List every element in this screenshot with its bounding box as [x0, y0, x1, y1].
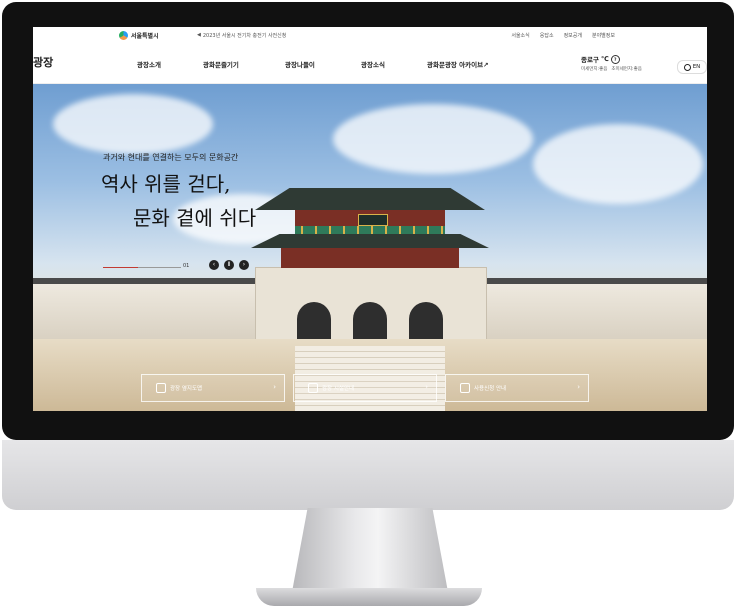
util-link-disclosure[interactable]: 정보공개 [564, 32, 582, 39]
chevron-right-icon: › [273, 383, 276, 391]
weather-icon: ? [610, 54, 620, 64]
weather-widget[interactable]: 종로구 ℃ ? 미세먼지:좋음 초미세먼지:좋음 [581, 54, 642, 72]
nav-item-archive[interactable]: 광화문광장 아카이브 ↗ [427, 59, 489, 69]
site-logo[interactable]: 광장 [33, 54, 53, 70]
pause-button[interactable]: Ⅱ [224, 260, 234, 270]
main-nav: 광장소개 광화문즐기기 광장나들이 광장소식 광화문광장 아카이브 ↗ [137, 59, 489, 69]
ultra-fine-dust: 초미세먼지:좋음 [611, 67, 642, 72]
quick-link-application-label: 사용신청 안내 [474, 386, 507, 392]
language-label: EN [692, 64, 701, 70]
quick-link-facilities-label: 광장 시설안내 [322, 386, 355, 392]
nav-item-enjoy[interactable]: 광화문즐기기 [203, 59, 285, 69]
quick-link-map-label: 광장 옆지도맵 [170, 386, 203, 392]
roof-upper [255, 188, 485, 210]
nav-item-news[interactable]: 광장소식 [361, 59, 427, 69]
speaker-icon: ◀ [197, 32, 201, 38]
cloud [333, 104, 533, 174]
util-link-response[interactable]: 응답소 [540, 32, 554, 39]
site-header: 광장 광장소개 광화문즐기기 광장나들이 광장소식 광화문광장 아카이브 ↗ 종… [33, 45, 707, 84]
nav-item-intro[interactable]: 광장소개 [137, 59, 203, 69]
notice-text: 2023년 서울시 전기차 충전기 사전신청 [202, 33, 287, 39]
weather-location: 종로구 [581, 56, 599, 64]
seoul-logo-text: 서울특별시 [131, 33, 159, 40]
hero-title-line1: 역사 위를 걷다, [101, 172, 231, 196]
next-slide-button[interactable]: › [239, 260, 249, 270]
weather-temp: ℃ [600, 55, 609, 63]
quick-link-application[interactable]: 사용신청 안내 › [445, 374, 589, 402]
hero-subtitle: 과거와 현대를 연결하는 모두의 문화공간 [103, 153, 239, 162]
external-link-icon: ↗ [483, 61, 489, 69]
nav-item-outing[interactable]: 광장나들이 [285, 59, 361, 69]
quick-link-facilities[interactable]: 광장 시설안내 › [293, 374, 437, 402]
building-icon [308, 383, 318, 393]
language-button[interactable]: EN [677, 60, 707, 74]
gate-arch [409, 302, 443, 339]
screen: 서울특별시 ◀ 2023년 서울시 전기차 충전기 사전신청 서울소식 응답소 … [33, 27, 707, 411]
cloud [53, 94, 213, 154]
notice-ticker[interactable]: ◀ 2023년 서울시 전기차 충전기 사전신청 [197, 32, 286, 39]
hero-title-line2: 문화 곁에 쉬다 [133, 206, 257, 230]
prev-slide-button[interactable]: ‹ [209, 260, 219, 270]
gate-arch [353, 302, 387, 339]
utility-bar: 서울특별시 ◀ 2023년 서울시 전기차 충전기 사전신청 서울소식 응답소 … [33, 27, 707, 46]
util-link-fields[interactable]: 분야별정보 [592, 32, 615, 39]
seoul-logo[interactable]: 서울특별시 [119, 31, 159, 40]
quick-link-map[interactable]: 광장 옆지도맵 › [141, 374, 285, 402]
chevron-right-icon: › [577, 383, 580, 391]
slide-progress [103, 267, 181, 268]
chevron-right-icon: › [425, 383, 428, 391]
gate-plaque [358, 214, 388, 226]
fine-dust: 미세먼지:좋음 [581, 67, 608, 72]
location-icon [156, 383, 166, 393]
cloud [533, 124, 703, 204]
monitor-base [256, 588, 482, 606]
document-icon [460, 383, 470, 393]
monitor-chin [2, 440, 734, 510]
util-link-news[interactable]: 서울소식 [511, 32, 529, 39]
gate-arch [297, 302, 331, 339]
monitor-stand [292, 508, 448, 592]
globe-icon [683, 63, 691, 71]
slide-counter: 01 [183, 263, 190, 269]
slide-progress-fill [103, 267, 139, 268]
utility-links: 서울소식 응답소 정보공개 분야별정보 [511, 32, 615, 39]
hero-banner: 과거와 현대를 연결하는 모두의 문화공간 역사 위를 걷다, 문화 곁에 쉬다… [33, 84, 707, 411]
seoul-logo-icon [119, 31, 128, 40]
roof-lower [251, 234, 489, 248]
